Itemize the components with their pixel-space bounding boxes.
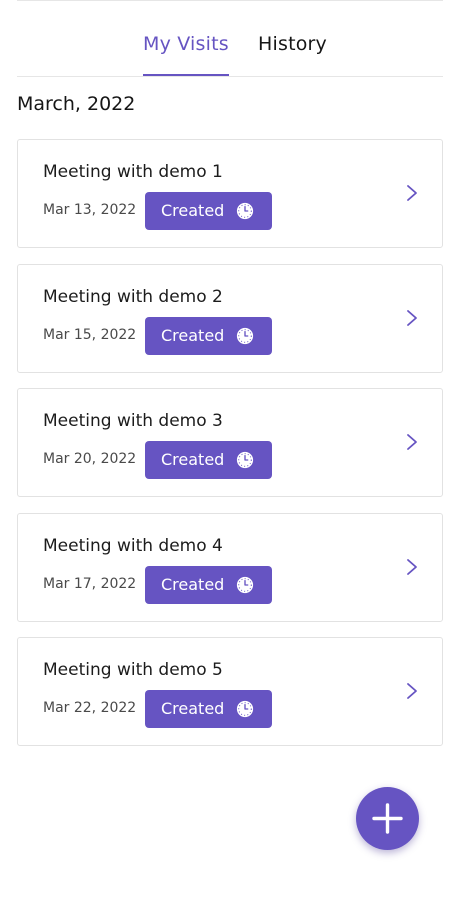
status-badge: Created (145, 192, 272, 230)
visit-title: Meeting with demo 5 (43, 660, 223, 680)
clock-icon (236, 700, 254, 718)
visit-date: Mar 17, 2022 (43, 575, 137, 592)
visit-card[interactable]: Meeting with demo 5 Mar 22, 2022 Created (17, 637, 443, 746)
tab-my-visits-label: My Visits (143, 33, 229, 55)
status-label: Created (161, 201, 225, 220)
month-header: March, 2022 (17, 93, 136, 115)
visit-date: Mar 13, 2022 (43, 202, 137, 218)
chevron-right-icon (407, 683, 417, 699)
status-badge: Created (145, 690, 272, 728)
visit-card[interactable]: Meeting with demo 3 Mar 20, 2022 Created (17, 388, 443, 497)
chevron-right-icon (407, 309, 417, 326)
visit-card[interactable]: Meeting with demo 1 Mar 13, 2022 Created (17, 139, 443, 248)
visit-title: Meeting with demo 1 (43, 162, 223, 182)
visit-date: Mar 20, 2022 (43, 451, 137, 467)
visit-title: Meeting with demo 2 (43, 286, 223, 307)
plus-icon (372, 803, 403, 834)
visit-card[interactable]: Meeting with demo 4 Mar 17, 2022 Created (17, 512, 443, 622)
chevron-right-icon (407, 558, 417, 575)
chevron-right-icon (407, 434, 417, 450)
clock-icon (236, 202, 254, 220)
add-visit-button[interactable] (356, 787, 419, 850)
status-badge: Created (145, 565, 272, 604)
tab-bar: My Visits History (17, 33, 443, 77)
tab-history[interactable]: History (258, 33, 327, 55)
status-badge: Created (145, 316, 272, 355)
chevron-right-icon (407, 185, 417, 201)
top-divider (17, 0, 443, 1)
clock-icon (236, 327, 254, 344)
clock-icon (236, 576, 254, 593)
status-label: Created (161, 325, 225, 345)
visit-list: Meeting with demo 1 Mar 13, 2022 Created… (17, 139, 443, 762)
active-tab-indicator (143, 74, 229, 76)
status-label: Created (161, 574, 225, 594)
clock-icon (236, 451, 254, 469)
visit-title: Meeting with demo 4 (43, 535, 223, 556)
visit-date: Mar 22, 2022 (43, 700, 137, 716)
tab-my-visits[interactable]: My Visits (143, 33, 229, 76)
visit-card[interactable]: Meeting with demo 2 Mar 15, 2022 Created (17, 263, 443, 373)
status-label: Created (161, 450, 225, 469)
visit-title: Meeting with demo 3 (43, 411, 223, 431)
status-label: Created (161, 699, 225, 718)
visit-date: Mar 15, 2022 (43, 326, 137, 343)
status-badge: Created (145, 441, 272, 479)
tab-history-label: History (258, 33, 327, 55)
